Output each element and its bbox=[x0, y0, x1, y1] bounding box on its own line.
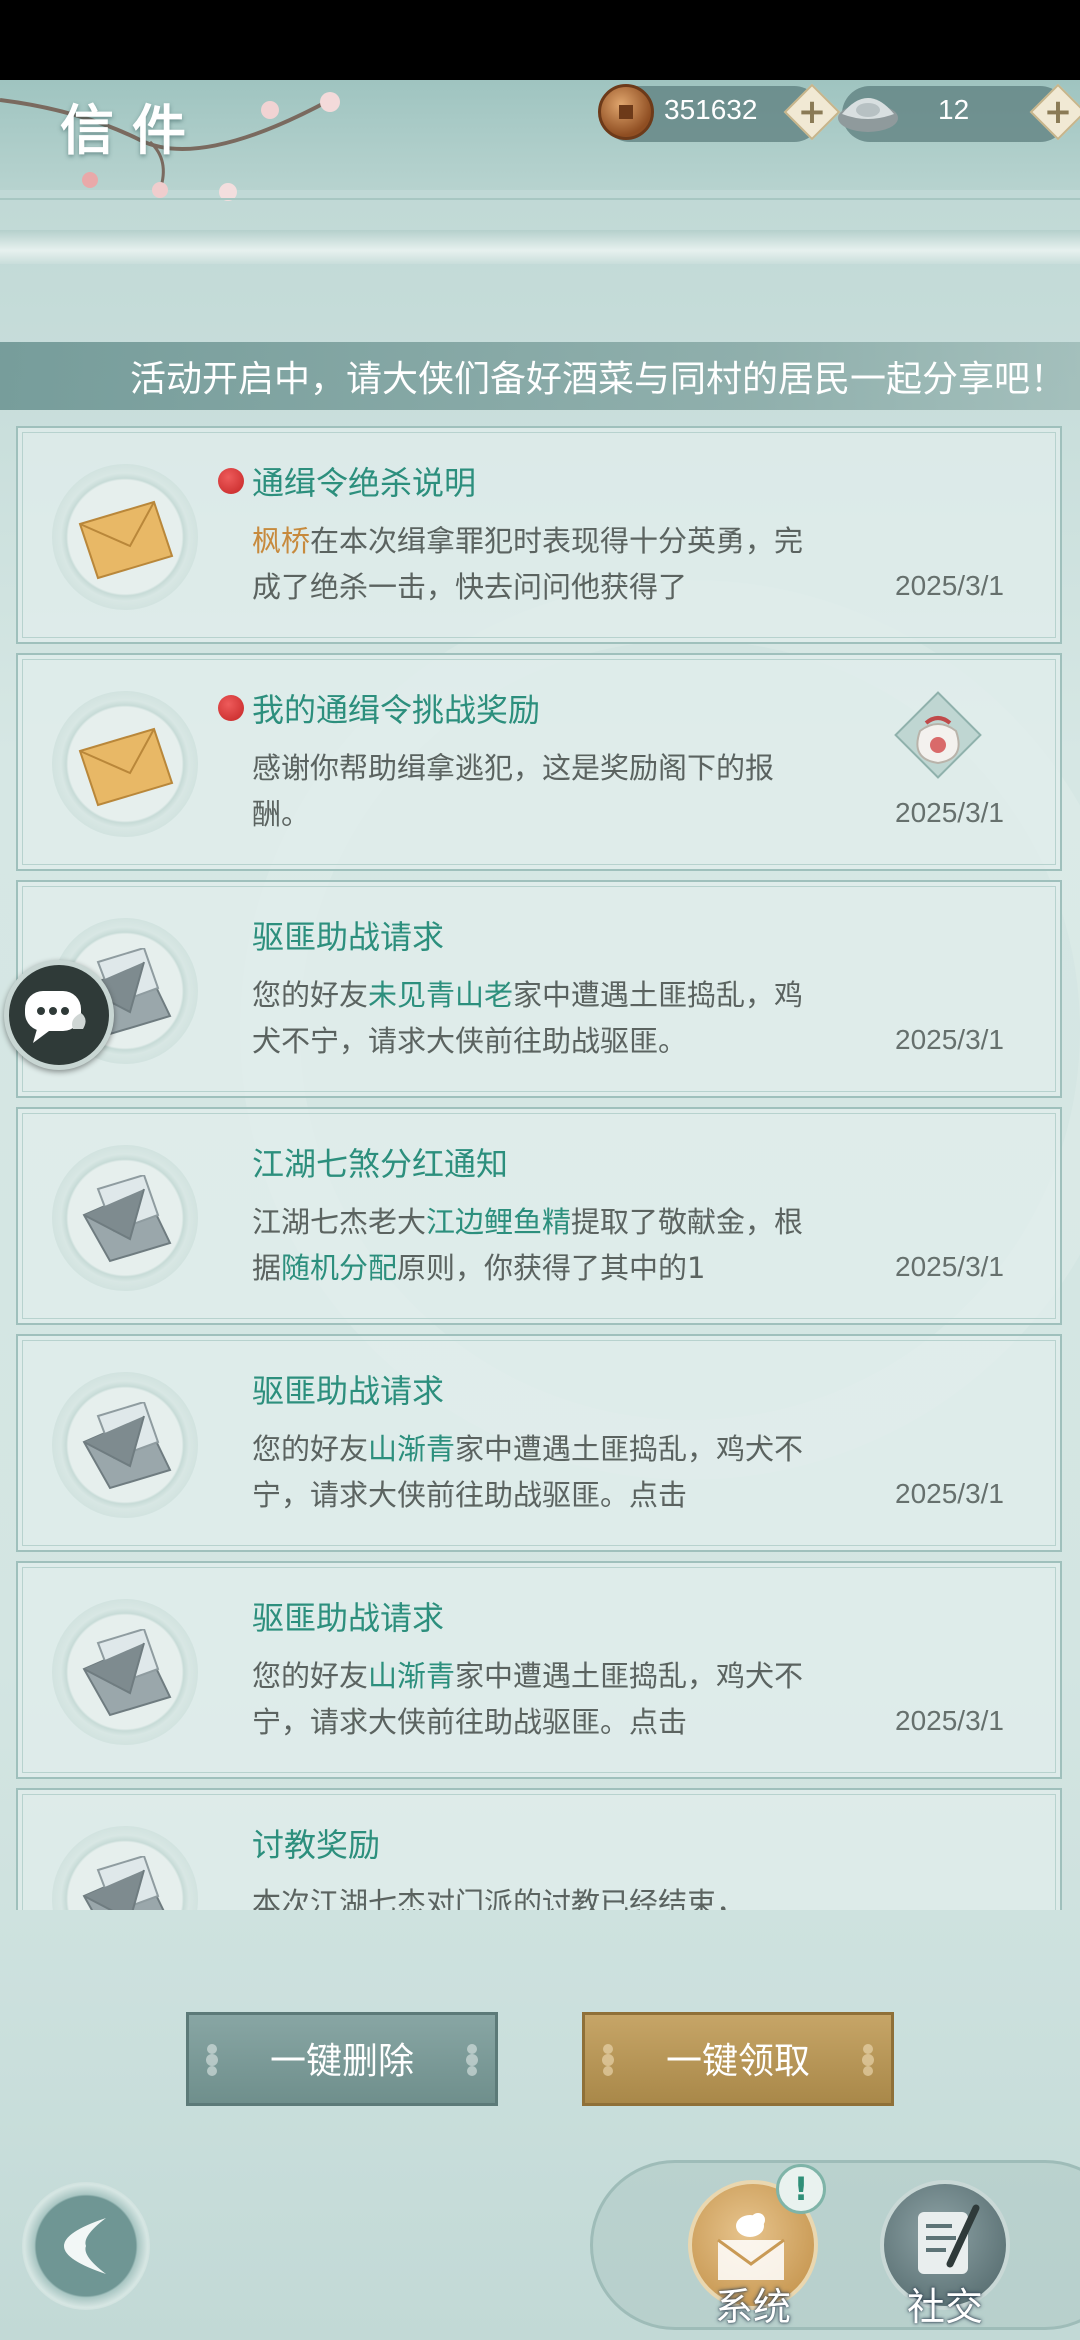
highlighted-name: 枫桥 bbox=[252, 524, 311, 558]
flower-ornament-icon bbox=[466, 2044, 478, 2076]
mail-title: 江湖七煞分红通知 bbox=[252, 1145, 509, 1183]
open-envelope-icon bbox=[82, 1175, 172, 1263]
mail-title: 我的通缉令挑战奖励 bbox=[252, 691, 541, 729]
envelope-badge bbox=[52, 464, 198, 610]
mail-date: 2025/3/1 bbox=[895, 1478, 1004, 1509]
highlighted-name: 山渐青 bbox=[368, 1659, 456, 1693]
tab-social-label: 社交 bbox=[906, 2285, 983, 2329]
mail-date: 2025/3/1 bbox=[895, 570, 1004, 601]
envelope-badge bbox=[52, 1372, 198, 1518]
preview-text: 原则，你获得了其中的1 bbox=[397, 1251, 706, 1285]
mail-date: 2025/3/1 bbox=[895, 1024, 1004, 1055]
back-arrow-icon bbox=[64, 2218, 106, 2274]
unread-dot bbox=[218, 468, 244, 494]
mail-preview: 枫桥在本次缉拿罪犯时表现得十分英勇，完成了绝杀一击，快去问问他获得了 bbox=[252, 518, 822, 618]
envelope-badge bbox=[52, 1599, 198, 1745]
preview-text: 感谢你帮助缉拿逃犯，这是奖励阁下的报酬。 bbox=[252, 751, 775, 831]
mail-date: 2025/3/1 bbox=[895, 1251, 1004, 1282]
page-title: 信件 bbox=[60, 98, 204, 162]
mail-screen: 信件 351632 + 12 + 活动开启中，请大侠们备好酒菜与同村的居民一起分… bbox=[0, 80, 1080, 2340]
envelope-badge bbox=[52, 1145, 198, 1291]
mail-title: 通缉令绝杀说明 bbox=[252, 464, 477, 502]
reward-bag-icon[interactable] bbox=[886, 683, 990, 787]
mail-preview: 您的好友山渐青家中遭遇土匪捣乱，鸡犬不宁，请求大侠前往助战驱匪。点击 bbox=[252, 1426, 822, 1526]
back-button[interactable] bbox=[22, 2182, 150, 2310]
header-decoration-bar bbox=[0, 230, 1080, 264]
gold-envelope-icon bbox=[78, 500, 174, 580]
mail-date: 2025/3/1 bbox=[895, 797, 1004, 828]
highlighted-name: 随机分配 bbox=[281, 1251, 398, 1285]
open-envelope-icon bbox=[82, 1402, 172, 1490]
envelope-badge bbox=[52, 691, 198, 837]
highlighted-name: 山渐青 bbox=[368, 1432, 456, 1466]
chat-bubble-icon bbox=[25, 991, 86, 1043]
flower-ornament-icon bbox=[862, 2044, 874, 2076]
delete-all-label: 一键删除 bbox=[269, 2041, 414, 2082]
announcement-text: 活动开启中，请大侠们备好酒菜与同村的居民一起分享吧！ bbox=[129, 359, 1066, 400]
header-divider bbox=[0, 198, 1080, 200]
mail-list[interactable]: 通缉令绝杀说明枫桥在本次缉拿罪犯时表现得十分英勇，完成了绝杀一击，快去问问他获得… bbox=[16, 426, 1062, 1910]
flower-ornament-icon bbox=[206, 2044, 218, 2076]
mail-item[interactable]: 驱匪助战请求您的好友未见青山老家中遭遇土匪捣乱，鸡犬不宁，请求大侠前往助战驱匪。… bbox=[16, 880, 1062, 1098]
silver-ingot-icon bbox=[838, 98, 898, 132]
preview-text: 在本次缉拿罪犯时表现得十分英勇，完成了绝杀一击，快去问问他获得了 bbox=[252, 524, 804, 604]
highlighted-name: 未见青山老 bbox=[368, 978, 514, 1012]
mail-preview: 本次江湖七杰对门派的讨教已经结束， bbox=[252, 1880, 822, 1910]
highlighted-name: 江边鲤鱼精 bbox=[426, 1205, 572, 1239]
mail-title: 驱匪助战请求 bbox=[252, 918, 445, 956]
mail-preview: 感谢你帮助缉拿逃犯，这是奖励阁下的报酬。 bbox=[252, 745, 822, 845]
mail-preview: 您的好友未见青山老家中遭遇土匪捣乱，鸡犬不宁，请求大侠前往助战驱匪。 bbox=[252, 972, 822, 1072]
mail-item[interactable]: 江湖七煞分红通知江湖七杰老大江边鲤鱼精提取了敬献金，根据随机分配原则，你获得了其… bbox=[16, 1107, 1062, 1325]
unread-dot bbox=[218, 695, 244, 721]
mail-item[interactable]: 讨教奖励本次江湖七杰对门派的讨教已经结束， bbox=[16, 1788, 1062, 1910]
envelope-badge bbox=[52, 1826, 198, 1910]
preview-text: 本次江湖七杰对门派的讨教已经结束， bbox=[252, 1886, 746, 1910]
copper-amount: 351632 bbox=[664, 94, 758, 125]
mail-item[interactable]: 通缉令绝杀说明枫桥在本次缉拿罪犯时表现得十分英勇，完成了绝杀一击，快去问问他获得… bbox=[16, 426, 1062, 644]
mail-preview: 江湖七杰老大江边鲤鱼精提取了敬献金，根据随机分配原则，你获得了其中的1 bbox=[252, 1199, 822, 1299]
mail-item[interactable]: 驱匪助战请求您的好友山渐青家中遭遇土匪捣乱，鸡犬不宁，请求大侠前往助战驱匪。点击… bbox=[16, 1561, 1062, 1779]
mail-date: 2025/3/1 bbox=[895, 1705, 1004, 1736]
open-envelope-icon bbox=[82, 1856, 165, 1910]
copper-currency: 351632 + bbox=[598, 83, 841, 142]
gold-envelope-icon bbox=[78, 727, 174, 807]
chat-float-button[interactable] bbox=[4, 960, 114, 1070]
preview-text: 江湖七杰老大 bbox=[252, 1205, 427, 1239]
tab-system-label: 系统 bbox=[714, 2285, 791, 2329]
preview-text: 您的好友 bbox=[252, 978, 369, 1012]
notification-badge: ! bbox=[776, 2164, 826, 2214]
mail-item[interactable]: 驱匪助战请求您的好友山渐青家中遭遇土匪捣乱，鸡犬不宁，请求大侠前往助战驱匪。点击… bbox=[16, 1334, 1062, 1552]
status-bar bbox=[0, 0, 1080, 80]
mail-item[interactable]: 我的通缉令挑战奖励感谢你帮助缉拿逃犯，这是奖励阁下的报酬。 2025/3/1 bbox=[16, 653, 1062, 871]
mail-preview: 您的好友山渐青家中遭遇土匪捣乱，鸡犬不宁，请求大侠前往助战驱匪。点击 bbox=[252, 1653, 822, 1753]
silver-currency: 12 + bbox=[838, 83, 1080, 142]
open-envelope-icon bbox=[82, 1629, 172, 1717]
announcement-marquee: 活动开启中，请大侠们备好酒菜与同村的居民一起分享吧！ bbox=[0, 342, 1080, 410]
claim-all-button[interactable]: 一键领取 bbox=[582, 2012, 894, 2106]
copper-coin-icon bbox=[598, 84, 654, 140]
claim-all-label: 一键领取 bbox=[665, 2041, 810, 2082]
flower-ornament-icon bbox=[602, 2044, 614, 2076]
preview-text: 您的好友 bbox=[252, 1659, 369, 1693]
delete-all-button[interactable]: 一键删除 bbox=[186, 2012, 498, 2106]
mail-title: 驱匪助战请求 bbox=[252, 1599, 445, 1637]
mail-title: 驱匪助战请求 bbox=[252, 1372, 445, 1410]
silver-amount: 12 bbox=[938, 94, 970, 125]
preview-text: 您的好友 bbox=[252, 1432, 369, 1466]
mail-title: 讨教奖励 bbox=[252, 1826, 381, 1864]
